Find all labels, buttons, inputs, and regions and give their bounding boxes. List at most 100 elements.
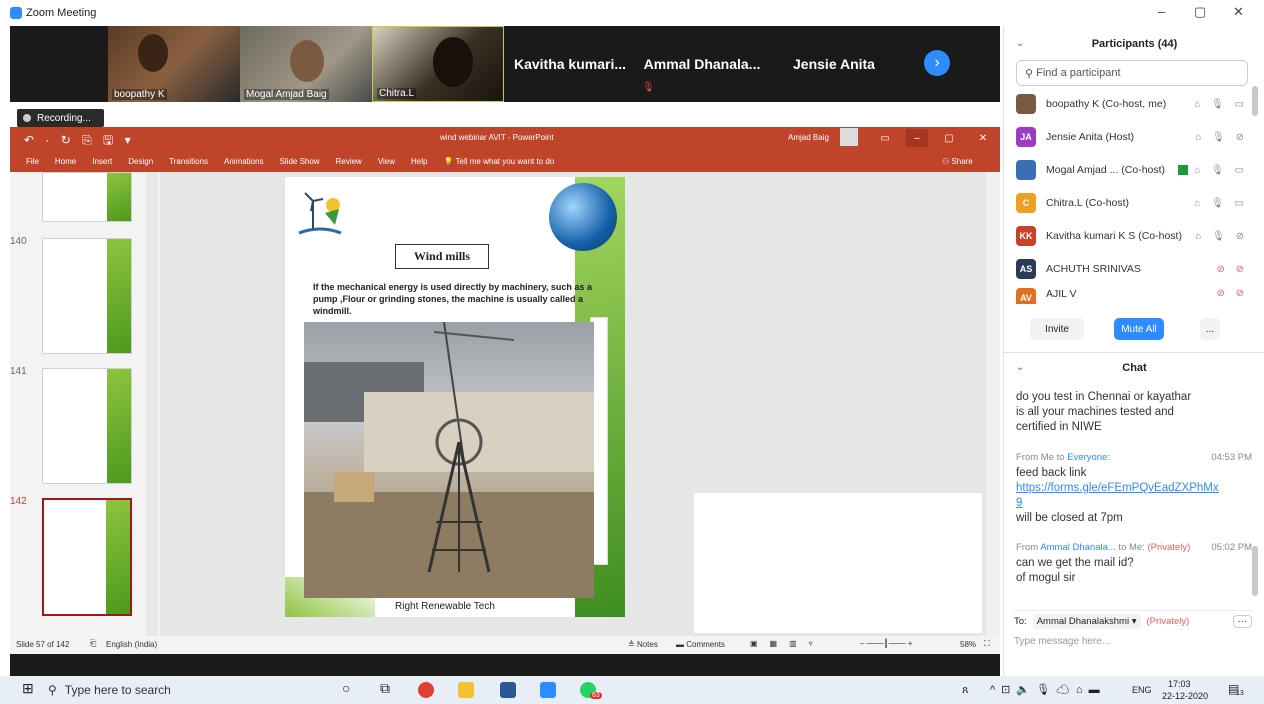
chat-more-button[interactable]: ··· <box>1232 615 1252 628</box>
chrome-icon[interactable] <box>418 682 434 701</box>
chat-text: feed back link <box>1016 467 1087 479</box>
word-icon[interactable] <box>500 682 516 701</box>
share-button[interactable]: ⚇ Share <box>942 157 973 166</box>
share-status-icon <box>1178 165 1189 175</box>
fit-slide-icon[interactable]: ⛶ <box>984 639 990 649</box>
chat-message: feed back link https://forms.gle/eFEmPQv… <box>1016 466 1252 526</box>
slide-thumbnail[interactable] <box>42 238 132 354</box>
chat-message-input[interactable]: Type message here... <box>1014 636 1110 647</box>
participant-row[interactable]: AV AJIL V ⊘ ⊘ <box>1016 288 1248 304</box>
slide-thumbnail[interactable] <box>42 368 132 484</box>
participant-row[interactable]: AS ACHUTH SRINIVAS ⊘ ⊘ <box>1016 255 1248 283</box>
mute-all-button[interactable]: Mute All <box>1114 318 1164 340</box>
participant-status-icons[interactable]: ⌂ 🎙 ⊘ <box>1195 132 1248 143</box>
participant-row[interactable]: JA Jensie Anita (Host) ⌂ 🎙 ⊘ <box>1016 123 1248 151</box>
restore-icon[interactable]: ▢ <box>1194 4 1206 20</box>
quick-access-toolbar[interactable]: ↶ · ↻ ⎘ 🖫 ▾ <box>24 131 135 152</box>
slide-number: 142 <box>10 496 27 507</box>
participant-row[interactable]: Mogal Amjad ... (Co-host) ⌂ 🎙 ▭ <box>1016 156 1248 184</box>
language-indicator[interactable]: ENG <box>1132 685 1152 695</box>
cortana-icon[interactable]: ○ <box>342 680 350 696</box>
zoom-app-icon[interactable] <box>540 682 556 701</box>
clock-time[interactable]: 17:03 <box>1168 679 1191 689</box>
tab-home[interactable]: Home <box>55 157 76 166</box>
more-button[interactable]: ... <box>1200 318 1220 340</box>
user-name[interactable]: Amjad Baig <box>788 133 829 142</box>
participant-row[interactable]: C Chitra.L (Co-host) ⌂ 🎙 ▭ <box>1016 189 1248 217</box>
video-name-tile[interactable]: Jensie Anita <box>768 26 900 102</box>
chat-sender[interactable]: Ammal Dhanala... <box>1040 542 1116 553</box>
zoom-level[interactable]: 58% <box>960 640 976 649</box>
minimize-icon[interactable]: – <box>906 129 928 147</box>
system-tray-icons[interactable]: ^⊡🔈🎙☁⌂▬ <box>990 683 1106 696</box>
minimize-icon[interactable]: – <box>1158 4 1165 19</box>
next-page-button[interactable]: › <box>924 50 950 76</box>
recipient-dropdown[interactable]: Ammal Dhanalakshmi ▾ <box>1032 614 1141 629</box>
windows-start-icon[interactable]: ⊞ <box>22 680 34 697</box>
chat-text: do you test in Chennai or kayathar <box>1016 391 1192 403</box>
thumbnail-scrollbar[interactable] <box>146 172 158 636</box>
chat-link[interactable]: https://forms.gle/eFEmPQvEadZXPhMx9 <box>1016 481 1222 511</box>
tab-insert[interactable]: Insert <box>92 157 112 166</box>
participant-status-icons[interactable]: ⌂ 🎙 ▭ <box>1194 165 1248 176</box>
participant-row[interactable]: boopathy K (Co-host, me) ⌂ 🎙 ▭ <box>1016 90 1248 118</box>
participant-status-icons[interactable]: ⌂ 🎙 ⊘ <box>1195 231 1248 242</box>
avatar[interactable] <box>840 128 858 146</box>
tab-file[interactable]: File <box>26 157 39 166</box>
slide-thumbnail[interactable] <box>42 172 132 222</box>
view-buttons[interactable]: ▣▦▥▿ <box>750 639 825 648</box>
participant-status-icons[interactable]: ⊘ ⊘ <box>1216 264 1248 275</box>
accessibility-icon[interactable]: ⎗ <box>90 639 96 649</box>
video-name-tile[interactable]: Kavitha kumari... <box>504 26 636 102</box>
chat-text: is all your machines tested and <box>1016 406 1174 418</box>
tab-review[interactable]: Review <box>336 157 362 166</box>
video-tile-active[interactable]: Chitra.L <box>372 26 504 102</box>
chat-recipient[interactable]: Everyone: <box>1067 452 1110 463</box>
taskbar-search[interactable]: ⚲ Type here to search <box>48 678 338 702</box>
search-icon: ⚲ <box>48 683 57 697</box>
participant-status-icons[interactable]: ⊘ ⊘ <box>1216 288 1248 299</box>
editor-scrollbar[interactable] <box>986 172 1000 636</box>
tab-view[interactable]: View <box>378 157 395 166</box>
zoom-slider[interactable]: – ───┃─── + <box>860 639 912 648</box>
slide-canvas[interactable]: Wind mills If the mechanical energy is u… <box>285 177 625 617</box>
restore-icon[interactable]: ▢ <box>938 129 960 147</box>
tab-transitions[interactable]: Transitions <box>169 157 208 166</box>
language-indicator[interactable]: English (India) <box>106 640 157 649</box>
tab-slideshow[interactable]: Slide Show <box>280 157 320 166</box>
recording-indicator[interactable]: Recording... <box>17 109 104 127</box>
people-icon[interactable]: ጸ <box>962 684 968 697</box>
clock-date[interactable]: 22-12-2020 <box>1162 691 1208 701</box>
chat-text: can we get the mail id? <box>1016 557 1134 569</box>
slide-counter: Slide 57 of 142 <box>16 640 70 649</box>
window-title: Zoom Meeting <box>26 7 97 19</box>
participant-status-icons[interactable]: ⌂ 🎙 ▭ <box>1194 99 1248 110</box>
tell-me-search[interactable]: 💡 Tell me what you want to do <box>443 157 554 166</box>
ribbon-display-icon[interactable]: ▭ <box>874 129 896 147</box>
notes-label: Notes <box>636 640 658 649</box>
close-icon[interactable]: ✕ <box>972 129 994 147</box>
video-tile[interactable]: Mogal Amjad Baig <box>240 26 372 102</box>
notes-icon: ≜ <box>628 640 637 649</box>
invite-button[interactable]: Invite <box>1030 318 1084 340</box>
file-explorer-icon[interactable] <box>458 682 474 701</box>
private-label: (Privately) <box>1146 616 1190 627</box>
slide-thumbnail-selected[interactable] <box>42 498 132 616</box>
video-tile[interactable]: boopathy K <box>108 26 240 102</box>
participant-row[interactable]: KK Kavitha kumari K S (Co-host) ⌂ 🎙 ⊘ <box>1016 222 1248 250</box>
notes-button[interactable]: ≜ Notes <box>628 640 658 649</box>
chat-recipient-bar: To: Ammal Dhanalakshmi ▾ (Privately) ··· <box>1014 610 1252 632</box>
slide-number: 141 <box>10 366 27 377</box>
comments-button[interactable]: ▬ Comments <box>676 640 725 649</box>
tab-help[interactable]: Help <box>411 157 427 166</box>
video-name-tile[interactable]: Ammal Dhanala... <box>636 26 768 102</box>
task-view-icon[interactable]: ⧉ <box>380 680 390 697</box>
avatar <box>1016 160 1036 180</box>
tab-animations[interactable]: Animations <box>224 157 264 166</box>
chat-scrollbar[interactable] <box>1252 546 1258 596</box>
participant-status-icons[interactable]: ⌂ 🎙 ▭ <box>1194 198 1248 209</box>
close-icon[interactable]: ✕ <box>1233 4 1244 20</box>
tab-design[interactable]: Design <box>128 157 153 166</box>
participant-search-input[interactable]: ⚲ Find a participant <box>1016 60 1248 86</box>
participants-scrollbar[interactable] <box>1252 86 1258 116</box>
